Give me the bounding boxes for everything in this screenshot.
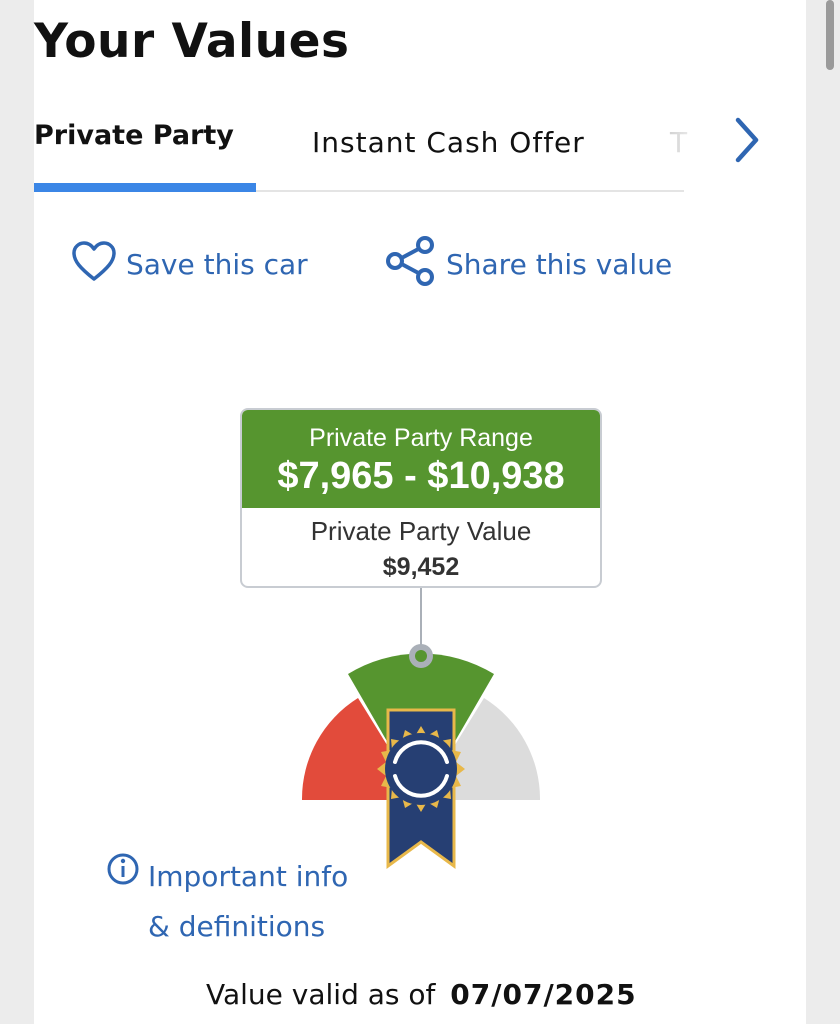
heart-icon — [70, 239, 126, 290]
value-amount: $9,452 — [382, 553, 460, 581]
tab-instant-cash-offer[interactable]: Instant Cash Offer — [312, 126, 585, 159]
validity-prefix: Value valid as of — [206, 978, 436, 1011]
value-range-box: Private Party Range $7,965 - $10,938 Pri… — [240, 408, 602, 588]
info-link-line1: Important info — [148, 860, 349, 893]
share-value-label: Share this value — [446, 247, 673, 281]
range-label: Private Party Range — [309, 424, 533, 452]
validity-date: 07/07/2025 — [450, 978, 637, 1011]
value-validity: Value valid as of 07/07/2025 — [206, 978, 637, 1011]
info-link-line2: & definitions — [148, 910, 326, 943]
tab-private-party[interactable]: Private Party — [34, 120, 234, 151]
value-gauge — [296, 588, 546, 878]
page-title: Your Values — [34, 14, 350, 69]
save-car-button[interactable]: Save this car — [70, 238, 308, 290]
value-tabs: Private Party Instant Cash Offer T — [34, 110, 720, 194]
share-value-button[interactable]: Share this value — [384, 235, 673, 290]
range-value: $7,965 - $10,938 — [277, 455, 565, 497]
value-label: Private Party Value — [310, 516, 532, 546]
range-header: Private Party Range $7,965 - $10,938 — [242, 410, 600, 508]
share-icon — [384, 235, 446, 294]
save-car-label: Save this car — [126, 247, 308, 281]
tab-overflow-fade — [650, 120, 710, 180]
tab-active-indicator — [34, 183, 256, 192]
page-scrollbar[interactable] — [826, 0, 834, 70]
chevron-right-icon[interactable] — [726, 114, 766, 166]
